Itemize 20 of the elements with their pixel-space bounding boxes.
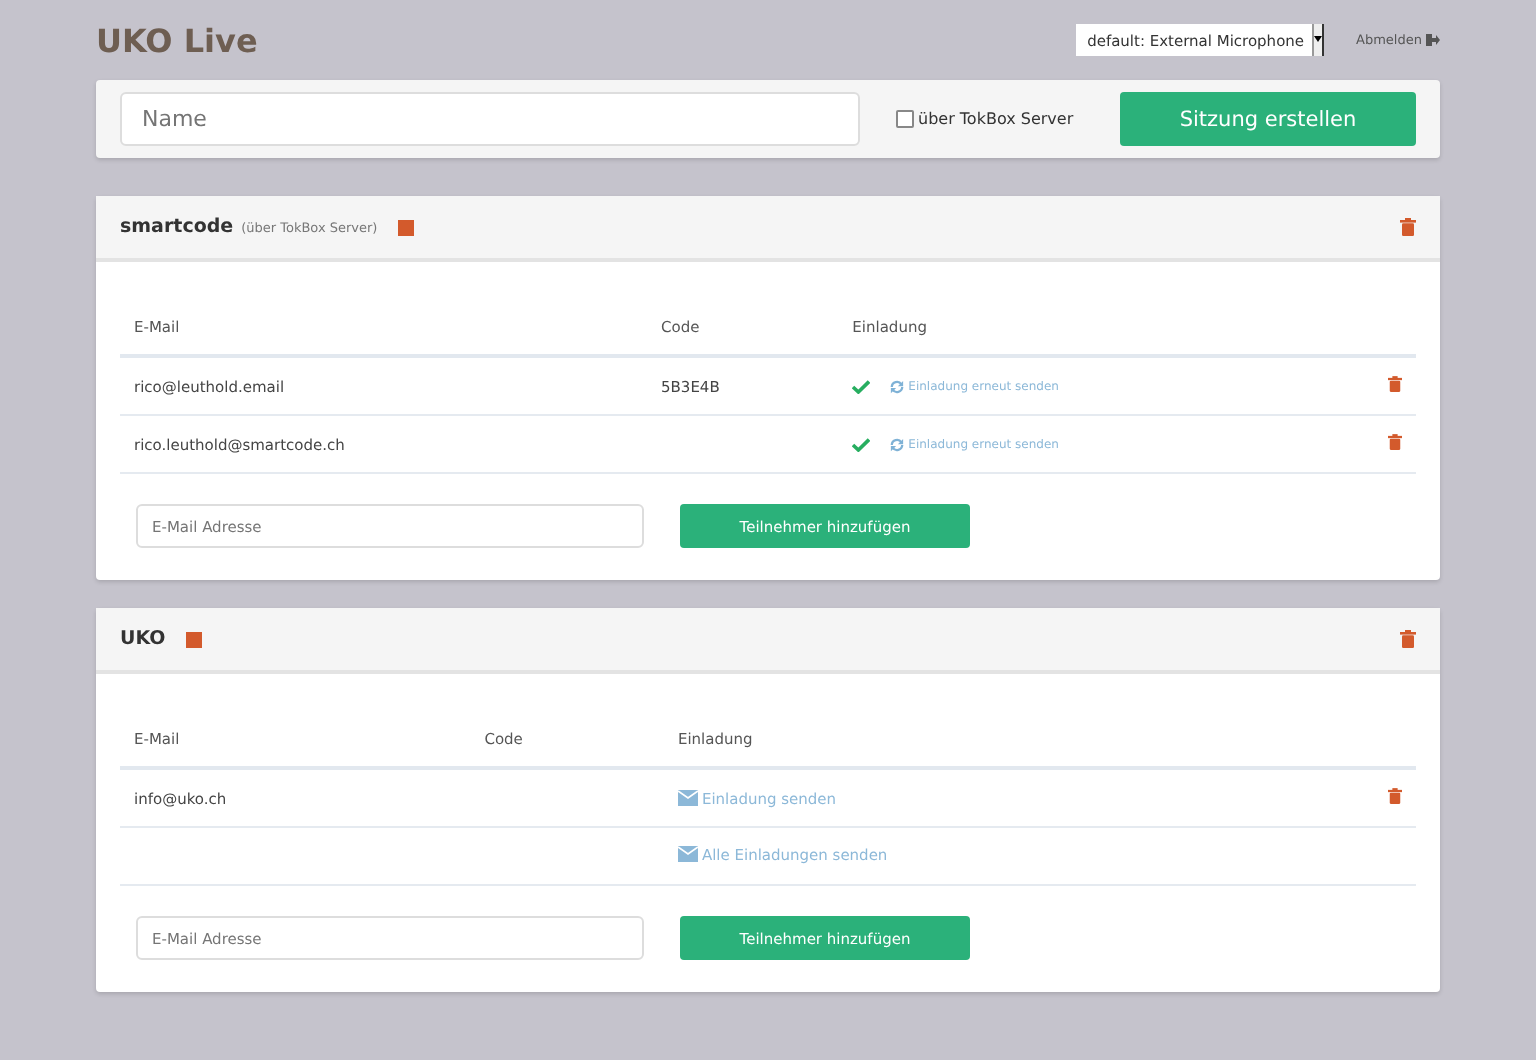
checkbox-label: über TokBox Server — [918, 110, 1074, 128]
refresh-icon — [890, 437, 905, 451]
refresh-icon — [890, 379, 905, 393]
logout-icon — [1426, 34, 1440, 46]
trash-icon[interactable] — [1400, 218, 1416, 236]
caret-icon — [1312, 24, 1325, 56]
app-title: UKO Live — [96, 21, 258, 59]
checkbox[interactable] — [896, 110, 914, 128]
trash-icon[interactable] — [1388, 434, 1402, 450]
stop-icon[interactable] — [397, 219, 414, 235]
session-name: smartcode — [120, 216, 234, 238]
trash-icon[interactable] — [1400, 630, 1416, 648]
create-session-button[interactable]: Sitzung erstellen — [1120, 92, 1416, 146]
trash-icon[interactable] — [1388, 376, 1402, 392]
envelope-icon — [677, 846, 698, 863]
envelope-icon — [677, 790, 698, 806]
session-name: UKO — [120, 628, 166, 650]
name-field[interactable]: Name — [120, 92, 860, 146]
stop-icon[interactable] — [185, 631, 202, 647]
trash-icon[interactable] — [1388, 788, 1402, 804]
